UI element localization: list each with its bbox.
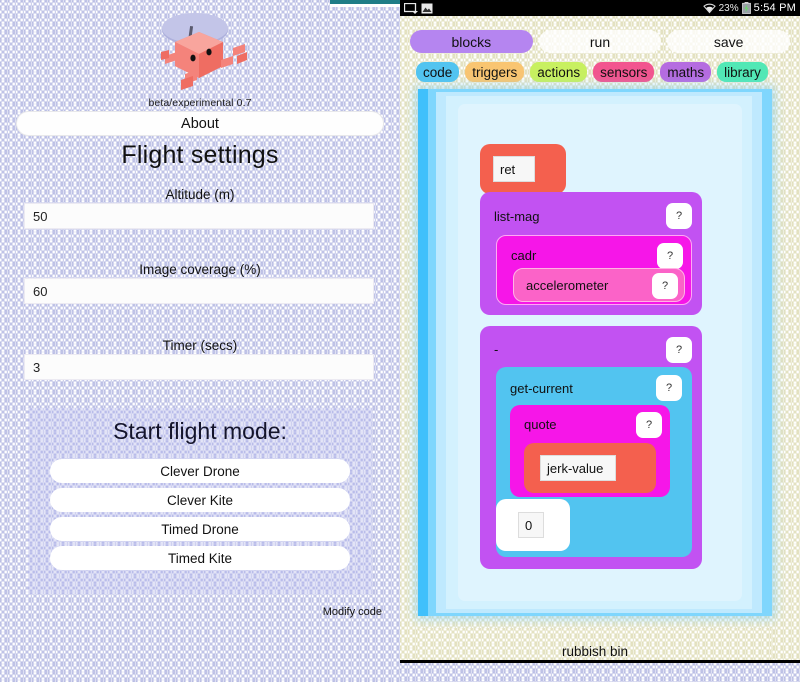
canvas-frame-3: ret list-mag ? cadr ? acc [436,92,762,613]
tab-run[interactable]: run [539,30,662,53]
block-jerk-value-label: jerk-value [540,455,616,481]
battery-charging-icon [742,2,751,14]
status-bar-notifications [404,3,433,14]
image-coverage-input[interactable] [24,278,374,304]
block-list-mag-help-button[interactable]: ? [666,203,692,229]
clock-label: 5:54 PM [754,2,796,14]
start-flight-mode-title: Start flight mode: [28,418,372,445]
timer-input[interactable] [24,354,374,380]
battery-percent-label: 23% [719,3,739,14]
flight-settings-panel: beta/experimental 0.7 About Flight setti… [0,0,400,682]
blocks-canvas[interactable]: ret list-mag ? cadr ? acc [418,89,772,616]
block-jerk-value[interactable]: jerk-value [524,443,656,493]
altitude-input[interactable] [24,203,374,229]
block-accelerometer-help-button[interactable]: ? [652,273,678,299]
top-white-strip [330,4,400,7]
category-tab-bar: code triggers actions sensors maths libr… [416,62,768,82]
tab-save[interactable]: save [667,30,790,53]
about-button[interactable]: About [16,111,384,136]
block-minus[interactable]: - ? get-current ? quote ? [480,326,702,569]
start-flight-mode-section: Start flight mode: Clever Drone Clever K… [28,408,372,594]
block-quote-label: quote [524,417,557,432]
canvas-frame-2: ret list-mag ? cadr ? acc [428,89,772,616]
canvas-workspace[interactable]: ret list-mag ? cadr ? acc [458,104,742,601]
block-get-current-help-button[interactable]: ? [656,375,682,401]
canvas-frame-4: ret list-mag ? cadr ? acc [446,96,752,609]
block-cadr[interactable]: cadr ? accelerometer ? [496,235,692,305]
block-accelerometer-label: accelerometer [526,278,608,293]
tab-blocks[interactable]: blocks [410,30,533,53]
wifi-icon [703,3,716,14]
block-quote[interactable]: quote ? jerk-value [510,405,670,497]
block-get-current-label: get-current [510,381,573,396]
block-cadr-help-button[interactable]: ? [657,243,683,269]
category-tab-triggers[interactable]: triggers [465,62,524,82]
category-tab-library[interactable]: library [717,62,768,82]
block-list-mag[interactable]: list-mag ? cadr ? accelerometer ? [480,192,702,315]
category-tab-maths[interactable]: maths [660,62,711,82]
editor-body: blocks run save code triggers actions se… [400,16,800,660]
image-icon [421,3,433,14]
modify-code-link[interactable]: Modify code [323,606,382,618]
block-zero[interactable]: 0 [496,499,570,551]
block-quote-help-button[interactable]: ? [636,412,662,438]
block-list-mag-label: list-mag [494,209,540,224]
timer-label: Timer (secs) [0,338,400,353]
status-bar-system: 23% 5:54 PM [703,2,796,14]
screencast-icon [404,3,418,14]
bottom-filler [400,663,800,682]
drone-logo-icon [145,8,255,96]
version-label: beta/experimental 0.7 [148,97,251,109]
block-ret[interactable]: ret [480,144,566,194]
page-title: Flight settings [0,141,400,170]
app-logo-area: beta/experimental 0.7 [0,8,400,109]
category-tab-actions[interactable]: actions [530,62,587,82]
block-get-current[interactable]: get-current ? quote ? jerk-value [496,367,692,557]
altitude-label: Altitude (m) [0,187,400,202]
category-tab-code[interactable]: code [416,62,459,82]
block-minus-label: - [494,342,498,357]
flight-mode-clever-kite-button[interactable]: Clever Kite [50,488,350,512]
block-accelerometer[interactable]: accelerometer ? [513,268,685,302]
block-editor-panel: 23% 5:54 PM blocks run save code trigger… [400,0,800,660]
block-cadr-label: cadr [511,248,536,263]
image-coverage-label: Image coverage (%) [0,262,400,277]
flight-mode-timed-kite-button[interactable]: Timed Kite [50,546,350,570]
block-minus-help-button[interactable]: ? [666,337,692,363]
android-status-bar: 23% 5:54 PM [400,0,800,16]
category-tab-sensors[interactable]: sensors [593,62,654,82]
flight-mode-timed-drone-button[interactable]: Timed Drone [50,517,350,541]
primary-tab-bar: blocks run save [410,30,790,53]
block-zero-label: 0 [518,512,544,538]
block-ret-label: ret [493,156,535,182]
flight-mode-clever-drone-button[interactable]: Clever Drone [50,459,350,483]
